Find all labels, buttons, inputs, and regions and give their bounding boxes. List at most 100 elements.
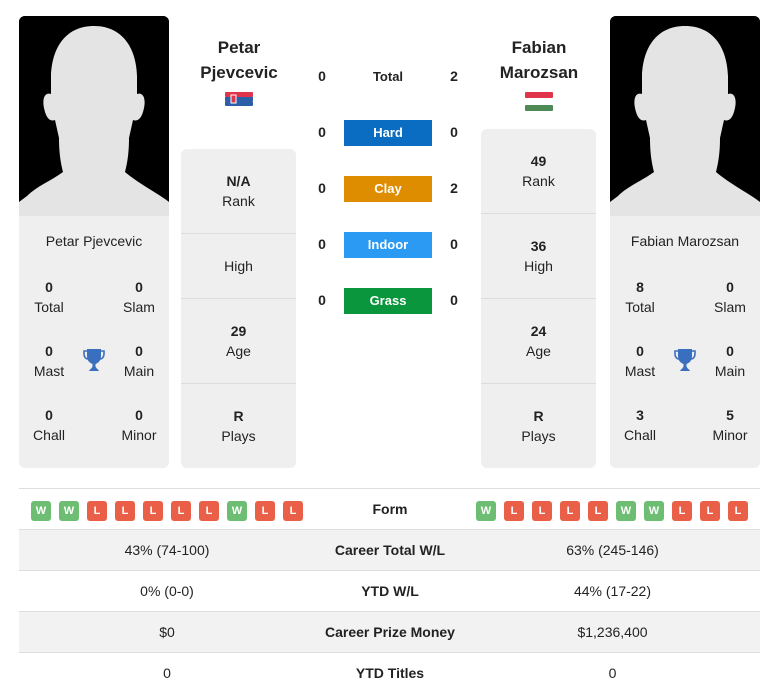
first-name: Petar <box>217 38 261 57</box>
age-value: 29 <box>230 323 247 339</box>
rank-label: Rank <box>222 193 255 209</box>
plays-value: R <box>233 408 244 424</box>
form-loss-badge[interactable]: L <box>255 501 275 521</box>
h2h-left-value: 0 <box>318 68 326 84</box>
h2h-grass-row: 0 Grass 0 <box>310 288 470 314</box>
trophy-icon <box>82 347 106 373</box>
last-name: Pjevcevic <box>200 63 278 82</box>
stat-slam-right: 0 Slam <box>700 277 760 317</box>
h2h-right-value: 0 <box>450 292 458 308</box>
stat-value: 3 <box>636 407 644 423</box>
stat-value: 0 <box>726 279 734 295</box>
surface-clay-button[interactable]: Clay <box>344 176 432 202</box>
form-loss-badge[interactable]: L <box>560 501 580 521</box>
h2h-total-label: Total <box>372 69 404 84</box>
stat-chall-left: 0 Chall <box>19 405 79 445</box>
h2h-total-row: 0 Total 2 <box>310 64 470 90</box>
stat-value: 0 <box>45 279 53 295</box>
form-loss-badge[interactable]: L <box>672 501 692 521</box>
stat-main-left: 0 Main <box>109 341 169 381</box>
form-loss-badge[interactable]: L <box>504 501 524 521</box>
plays-label: Plays <box>221 428 256 444</box>
age-label: Age <box>526 343 551 359</box>
high-label: High <box>524 258 553 274</box>
surface-indoor-button[interactable]: Indoor <box>344 232 432 258</box>
form-win-badge[interactable]: W <box>31 501 51 521</box>
form-row: WWLLLLLWLL Form WLLLLWWLLL <box>19 488 760 529</box>
stat-mast-left: 0 Mast <box>19 341 79 381</box>
stat-slam-left: 0 Slam <box>109 277 169 317</box>
form-win-badge[interactable]: W <box>616 501 636 521</box>
h2h-left-value: 0 <box>318 124 326 140</box>
right-value: 0 <box>608 665 617 681</box>
stat-label: Chall <box>624 427 656 443</box>
form-loss-badge[interactable]: L <box>283 501 303 521</box>
last-name: Marozsan <box>499 63 579 82</box>
table-row: $0 Career Prize Money $1,236,400 <box>19 611 760 652</box>
stat-main-right: 0 Main <box>700 341 760 381</box>
h2h-left-value: 0 <box>318 236 326 252</box>
left-value: $0 <box>159 624 175 640</box>
rank-label: Rank <box>522 173 555 189</box>
profile-card-right: 49 Rank 36 High 24 Age R Plays <box>481 129 596 468</box>
form-list-left: WWLLLLLWLL <box>31 501 303 521</box>
form-loss-badge[interactable]: L <box>87 501 107 521</box>
row-label: Career Total W/L <box>334 542 446 558</box>
stat-value: 0 <box>636 343 644 359</box>
stat-label: Main <box>123 363 155 379</box>
h2h-right-value: 2 <box>450 180 458 196</box>
high-left: High <box>181 233 296 298</box>
form-loss-badge[interactable]: L <box>728 501 748 521</box>
left-value: 0 <box>163 665 171 681</box>
row-label: YTD Titles <box>355 665 425 681</box>
h2h-hard-row: 0 Hard 0 <box>310 120 470 146</box>
age-right: 24 Age <box>481 298 596 383</box>
stat-minor-left: 0 Minor <box>109 405 169 445</box>
form-loss-badge[interactable]: L <box>171 501 191 521</box>
surface-grass-button[interactable]: Grass <box>344 288 432 314</box>
stat-total-left: 0 Total <box>19 277 79 317</box>
stat-value: 0 <box>45 343 53 359</box>
hungary-flag-icon <box>525 92 553 111</box>
form-loss-badge[interactable]: L <box>588 501 608 521</box>
form-label: Form <box>372 501 408 517</box>
player-name-right[interactable]: Fabian Marozsan <box>610 233 760 249</box>
right-value: $1,236,400 <box>577 624 648 640</box>
player-heading-right[interactable]: Fabian Marozsan <box>469 35 609 85</box>
player-heading-left[interactable]: Petar Pjevcevic <box>169 35 309 85</box>
profile-card-left: N/A Rank High 29 Age R Plays <box>181 149 296 468</box>
stat-label: Mast <box>624 363 656 379</box>
surface-hard-button[interactable]: Hard <box>344 120 432 146</box>
form-loss-badge[interactable]: L <box>115 501 135 521</box>
form-loss-badge[interactable]: L <box>700 501 720 521</box>
table-row: 0 YTD Titles 0 <box>19 652 760 693</box>
stat-label: Mast <box>33 363 65 379</box>
form-win-badge[interactable]: W <box>227 501 247 521</box>
high-value: 36 <box>530 238 547 254</box>
stat-label: Total <box>625 299 655 315</box>
serbia-flag-icon <box>225 92 253 106</box>
rank-value: 49 <box>530 153 547 169</box>
form-win-badge[interactable]: W <box>644 501 664 521</box>
form-loss-badge[interactable]: L <box>199 501 219 521</box>
rank-left: N/A Rank <box>181 171 296 211</box>
row-label: Career Prize Money <box>325 624 455 640</box>
player-name-left[interactable]: Petar Pjevcevic <box>19 233 169 249</box>
stat-value: 8 <box>636 279 644 295</box>
plays-value: R <box>533 408 544 424</box>
form-win-badge[interactable]: W <box>59 501 79 521</box>
stat-label: Chall <box>33 427 65 443</box>
form-loss-badge[interactable]: L <box>532 501 552 521</box>
plays-right: R Plays <box>481 383 596 468</box>
stat-label: Minor <box>712 427 748 443</box>
stat-value: 0 <box>135 343 143 359</box>
stat-label: Total <box>34 299 64 315</box>
high-right: 36 High <box>481 213 596 298</box>
stat-chall-right: 3 Chall <box>610 405 670 445</box>
form-win-badge[interactable]: W <box>476 501 496 521</box>
stat-total-right: 8 Total <box>610 277 670 317</box>
form-loss-badge[interactable]: L <box>143 501 163 521</box>
stat-mast-right: 0 Mast <box>610 341 670 381</box>
h2h-left-value: 0 <box>318 180 326 196</box>
stat-label: Slam <box>714 299 746 315</box>
